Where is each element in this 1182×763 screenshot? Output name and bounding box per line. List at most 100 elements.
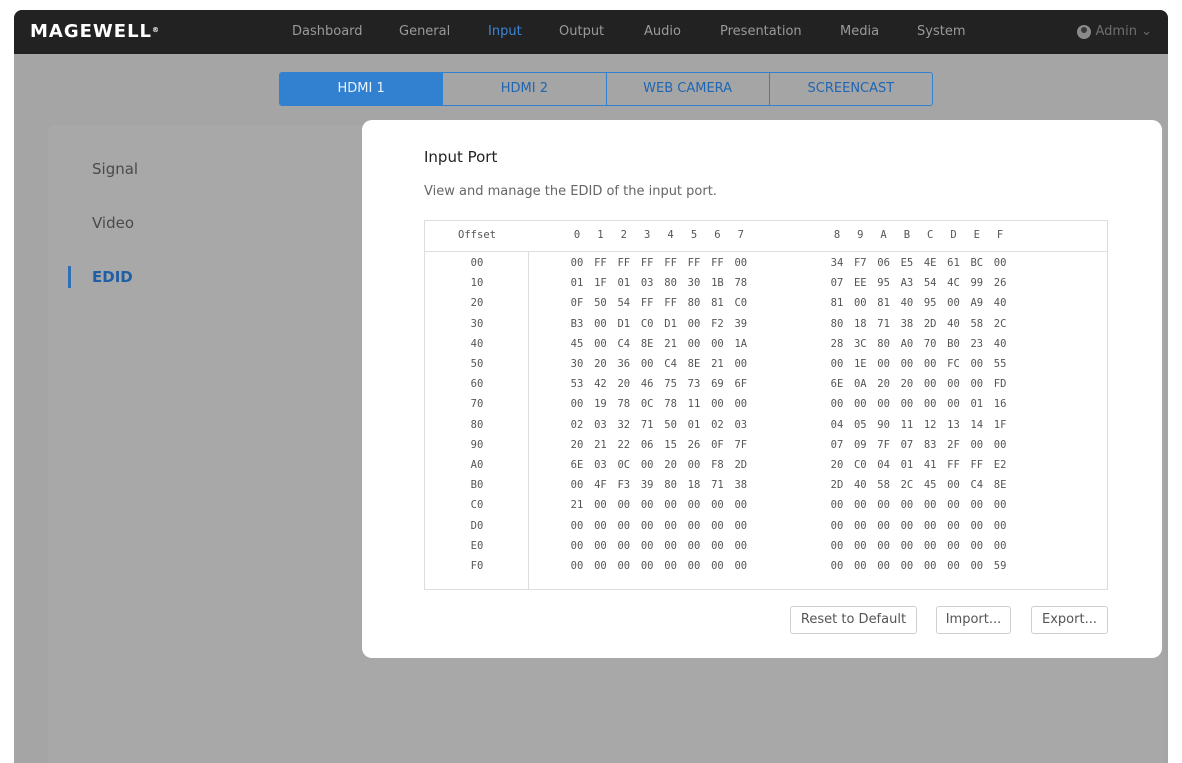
byte-cell: 16 bbox=[993, 398, 1007, 411]
magewell-logo[interactable]: MAGEWELL® bbox=[30, 20, 160, 44]
byte-cell: 00 bbox=[617, 519, 631, 532]
byte-cell: 02 bbox=[570, 418, 584, 431]
byte-cell: 00 bbox=[640, 499, 654, 512]
byte-cell: 40 bbox=[993, 297, 1007, 310]
byte-cell: 2D bbox=[830, 479, 844, 492]
byte-cell: 39 bbox=[640, 479, 654, 492]
byte-cell: 09 bbox=[853, 438, 867, 451]
nav-general[interactable]: General bbox=[399, 22, 450, 42]
byte-cell: 7F bbox=[734, 438, 748, 451]
byte-cell: 00 bbox=[734, 560, 748, 572]
byte-cell: 6E bbox=[830, 378, 844, 391]
byte-cell: FF bbox=[687, 257, 701, 269]
section-title: Input Port bbox=[424, 148, 498, 166]
byte-cell: 59 bbox=[993, 560, 1007, 572]
byte-cell: 71 bbox=[711, 479, 724, 492]
byte-cell: 00 bbox=[970, 358, 984, 370]
byte-cell: 20 bbox=[664, 459, 677, 471]
byte-cell: 00 bbox=[640, 519, 654, 532]
byte-cell: 00 bbox=[877, 560, 890, 572]
byte-cell: 81 bbox=[877, 297, 890, 310]
byte-cell: 00 bbox=[923, 539, 937, 552]
byte-cell: 8E bbox=[640, 337, 654, 350]
byte-cell: 3C bbox=[853, 337, 867, 350]
app-window: MAGEWELL® Dashboard General Input Output… bbox=[14, 10, 1168, 763]
byte-cell: D1 bbox=[664, 317, 677, 330]
nav-media[interactable]: Media bbox=[840, 22, 879, 42]
byte-cell: 2F bbox=[947, 438, 960, 451]
byte-cell: 00 bbox=[923, 519, 937, 532]
reset-to-default-button[interactable]: Reset to Default bbox=[790, 606, 917, 634]
user-menu[interactable]: Admin ⌄ bbox=[1076, 22, 1152, 42]
byte-cell: 00 bbox=[734, 398, 748, 411]
byte-cell: 00 bbox=[900, 499, 914, 512]
byte-cell: 0A bbox=[853, 378, 867, 391]
byte-cell: 30 bbox=[687, 277, 701, 290]
byte-cell: 80 bbox=[830, 317, 844, 330]
byte-column-header: 3 bbox=[644, 229, 651, 241]
nav-dashboard[interactable]: Dashboard bbox=[292, 22, 363, 42]
sidebar-item-video[interactable]: Video bbox=[92, 214, 134, 232]
byte-cell: 6F bbox=[734, 378, 748, 391]
tab-web-camera[interactable]: WEB CAMERA bbox=[605, 73, 769, 105]
byte-cell: 80 bbox=[877, 337, 890, 350]
byte-cell: 00 bbox=[570, 539, 584, 552]
top-nav-bar: MAGEWELL® Dashboard General Input Output… bbox=[14, 10, 1168, 54]
byte-cell: 00 bbox=[970, 539, 984, 552]
nav-audio[interactable]: Audio bbox=[644, 22, 681, 42]
byte-cell: 00 bbox=[900, 398, 914, 411]
byte-cell: 99 bbox=[970, 277, 984, 290]
tab-hdmi-2[interactable]: HDMI 2 bbox=[442, 73, 605, 105]
byte-cell: 80 bbox=[687, 297, 701, 310]
row-offset: 80 bbox=[470, 418, 484, 431]
byte-cell: 11 bbox=[687, 398, 701, 411]
tab-screencast[interactable]: SCREENCAST bbox=[768, 73, 932, 105]
byte-cell: 4C bbox=[947, 277, 960, 290]
byte-cell: 20 bbox=[877, 378, 890, 391]
section-description: View and manage the EDID of the input po… bbox=[424, 184, 717, 199]
byte-cell: 00 bbox=[853, 297, 867, 310]
sidebar-item-signal[interactable]: Signal bbox=[92, 160, 138, 178]
import-button[interactable]: Import... bbox=[936, 606, 1011, 634]
byte-column-header: C bbox=[927, 229, 934, 241]
byte-cell: 21 bbox=[594, 438, 607, 451]
byte-cell: 00 bbox=[594, 317, 607, 330]
export-button[interactable]: Export... bbox=[1031, 606, 1108, 634]
byte-cell: 00 bbox=[900, 519, 914, 532]
byte-cell: 50 bbox=[664, 418, 677, 431]
byte-cell: FD bbox=[993, 378, 1007, 391]
byte-cell: 00 bbox=[640, 560, 654, 572]
byte-cell: 00 bbox=[877, 398, 890, 411]
byte-cell: 61 bbox=[947, 257, 960, 269]
byte-cell: A0 bbox=[900, 337, 914, 350]
nav-input[interactable]: Input bbox=[488, 22, 522, 42]
byte-cell: 40 bbox=[900, 297, 914, 310]
byte-cell: 23 bbox=[970, 337, 984, 350]
byte-cell: 34 bbox=[830, 257, 844, 269]
edid-table-header: Offset 0 1 2 3 4 5 6 7 8 9 A B C D E F bbox=[425, 221, 1107, 252]
byte-cell: 54 bbox=[923, 277, 937, 290]
byte-cell: 40 bbox=[947, 317, 960, 330]
byte-cell: 00 bbox=[993, 499, 1007, 512]
tab-hdmi-1[interactable]: HDMI 1 bbox=[280, 73, 443, 105]
byte-cell: A3 bbox=[900, 277, 914, 290]
nav-output[interactable]: Output bbox=[559, 22, 604, 42]
sidebar-item-edid[interactable]: EDID bbox=[92, 268, 133, 286]
nav-presentation[interactable]: Presentation bbox=[720, 22, 802, 42]
byte-cell: F8 bbox=[711, 459, 724, 471]
byte-cell: 00 bbox=[923, 398, 937, 411]
byte-cell: 00 bbox=[923, 560, 937, 572]
byte-cell: 00 bbox=[594, 539, 607, 552]
byte-cell: 00 bbox=[993, 539, 1007, 552]
byte-cell: 58 bbox=[970, 317, 984, 330]
byte-cell: 00 bbox=[830, 398, 844, 411]
byte-cell: 78 bbox=[734, 277, 748, 290]
nav-system[interactable]: System bbox=[917, 22, 965, 42]
byte-cell: 55 bbox=[993, 358, 1007, 370]
byte-cell: 4F bbox=[594, 479, 607, 492]
byte-cell: 0C bbox=[617, 459, 631, 471]
byte-cell: 36 bbox=[617, 358, 631, 370]
byte-cell: 75 bbox=[664, 378, 677, 391]
byte-cell: 00 bbox=[853, 499, 867, 512]
row-offset: E0 bbox=[470, 539, 484, 552]
